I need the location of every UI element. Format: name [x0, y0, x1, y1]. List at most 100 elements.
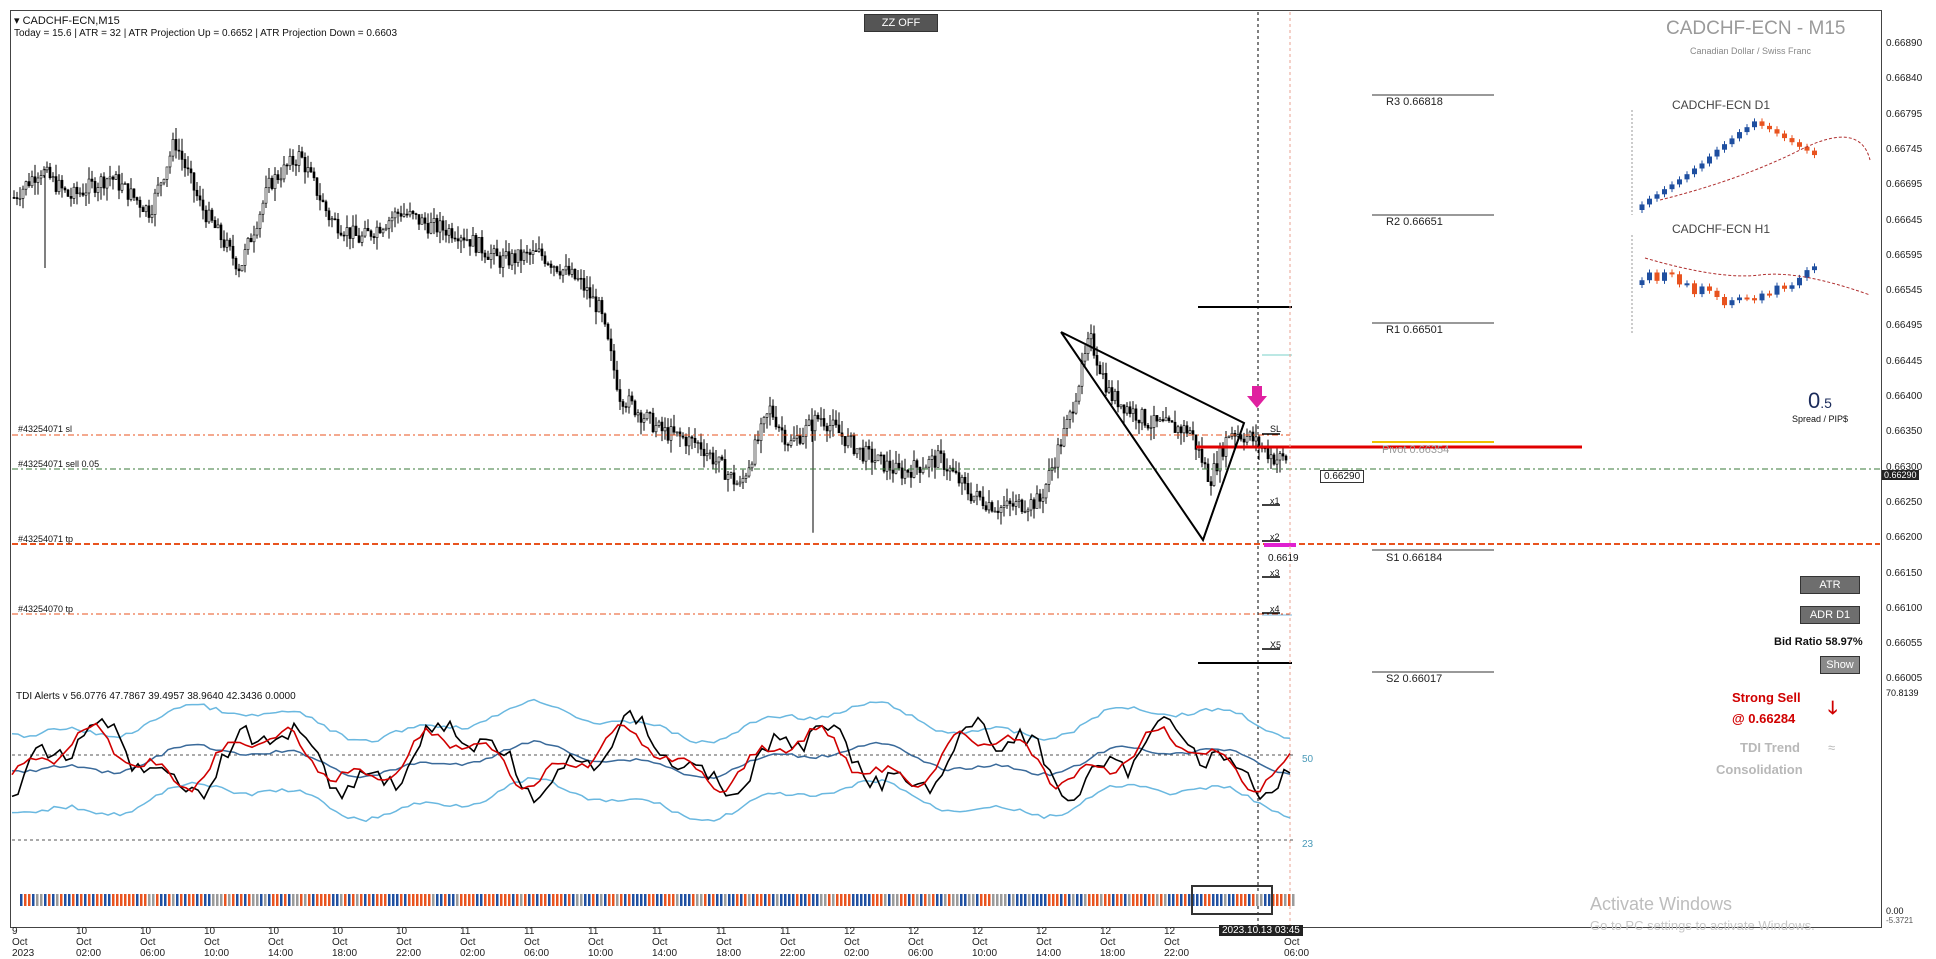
- candle-body: [162, 179, 166, 184]
- time-axis-label: 12 Oct 06:00: [908, 926, 934, 959]
- candle: [873, 448, 877, 470]
- candle-body: [1029, 499, 1033, 511]
- tdi-histogram-bar: [1056, 894, 1059, 906]
- candle: [1101, 362, 1105, 380]
- candle-body: [219, 224, 223, 241]
- candle-body: [969, 493, 973, 502]
- candle-body: [576, 277, 580, 280]
- mini-candle: [1677, 179, 1682, 185]
- candle: [444, 220, 448, 243]
- mini-candle: [1797, 277, 1802, 286]
- candle: [726, 470, 730, 492]
- order-tp-label[interactable]: #43254071 tp: [18, 534, 73, 544]
- candle: [36, 172, 40, 195]
- candle-body: [1212, 463, 1216, 486]
- candle: [939, 439, 943, 464]
- candle: [951, 458, 955, 473]
- candle: [129, 178, 133, 202]
- candle-body: [321, 199, 325, 203]
- candle-body: [309, 167, 313, 173]
- candle-body: [78, 192, 82, 195]
- candle-body: [930, 455, 934, 460]
- candle-body: [1035, 493, 1039, 509]
- candle-body: [405, 213, 409, 216]
- tdi-histogram-bar: [204, 894, 207, 906]
- candle: [687, 427, 691, 456]
- tdi-histogram-bar: [180, 894, 183, 906]
- candle-body: [48, 166, 52, 179]
- candle: [1071, 401, 1075, 423]
- tdi-histogram-bar: [1136, 894, 1139, 906]
- tdi-histogram-bar: [324, 894, 327, 906]
- candle: [600, 296, 604, 323]
- candle-body: [468, 239, 472, 247]
- price-axis-label: 0.66645: [1886, 214, 1923, 226]
- candle-body: [630, 395, 634, 402]
- candle-body: [876, 454, 880, 462]
- mini-candle: [1722, 144, 1727, 150]
- pivot-r3-label: R3 0.66818: [1386, 96, 1443, 108]
- candle-body: [174, 139, 178, 151]
- tdi-histogram-bar: [32, 894, 35, 906]
- tdi-histogram-bar: [300, 894, 303, 906]
- candle-body: [459, 237, 463, 242]
- candle: [1221, 442, 1225, 461]
- candle-body: [1281, 453, 1285, 457]
- tdi-histogram-bar: [264, 894, 267, 906]
- time-axis-label: 10 Oct 02:00: [76, 926, 102, 959]
- order-sl-label[interactable]: #43254071 sl: [18, 424, 72, 434]
- order-tp2-label[interactable]: #43254070 tp: [18, 604, 73, 614]
- candle: [102, 172, 106, 196]
- candle: [606, 322, 610, 341]
- candle: [912, 450, 916, 479]
- candle: [876, 454, 880, 462]
- show-button[interactable]: Show: [1820, 656, 1860, 674]
- tdi-histogram-bar: [124, 894, 127, 906]
- adr-d1-button[interactable]: ADR D1: [1800, 606, 1860, 624]
- candle: [363, 220, 367, 238]
- price-chart[interactable]: [0, 0, 1936, 953]
- tdi-histogram-bar: [276, 894, 279, 906]
- price-axis-label: 0.66350: [1886, 426, 1923, 438]
- candle-body: [1173, 421, 1177, 433]
- candle-body: [1140, 409, 1144, 424]
- tdi-histogram-bar: [724, 894, 727, 906]
- mini-chart-d1[interactable]: [1631, 110, 1817, 215]
- candle-body: [324, 201, 328, 212]
- candle-body: [714, 461, 718, 465]
- candle-body: [171, 139, 175, 157]
- candle-body: [585, 287, 589, 291]
- order-sell-label[interactable]: #43254071 sell 0.05: [18, 459, 99, 469]
- candle-body: [564, 265, 568, 271]
- candle: [480, 230, 484, 261]
- candle: [1167, 415, 1171, 423]
- tdi-histogram-bar: [600, 894, 603, 906]
- tdi-histogram-bar: [1144, 894, 1147, 906]
- candle: [825, 422, 829, 442]
- candle: [465, 228, 469, 242]
- tdi-histogram-bar: [548, 894, 551, 906]
- candle-body: [750, 463, 754, 469]
- candle: [543, 251, 547, 267]
- candle-body: [1215, 463, 1219, 472]
- candle-body: [921, 468, 925, 473]
- tdi-histogram-bar: [392, 894, 395, 906]
- mini-chart-h1[interactable]: [1631, 235, 1817, 335]
- atr-button[interactable]: ATR: [1800, 576, 1860, 594]
- candle: [351, 215, 355, 249]
- candle-body: [414, 213, 418, 215]
- candle: [657, 419, 661, 428]
- tdi-histogram-bar: [836, 894, 839, 906]
- tdi-histogram-bar: [268, 894, 271, 906]
- mini-candle: [1797, 142, 1802, 147]
- candle-body: [159, 182, 163, 186]
- tdi-histogram-bar: [848, 894, 851, 906]
- tdi-histogram-bar: [472, 894, 475, 906]
- tdi-histogram-bar: [196, 894, 199, 906]
- candle: [99, 173, 103, 200]
- candle: [366, 219, 370, 232]
- price-axis[interactable]: 0.66890 0.66840 0.66795 0.66745 0.66695 0.666…: [1882, 10, 1936, 928]
- candle-body: [303, 157, 307, 173]
- candle: [735, 480, 739, 486]
- candle-body: [327, 210, 331, 221]
